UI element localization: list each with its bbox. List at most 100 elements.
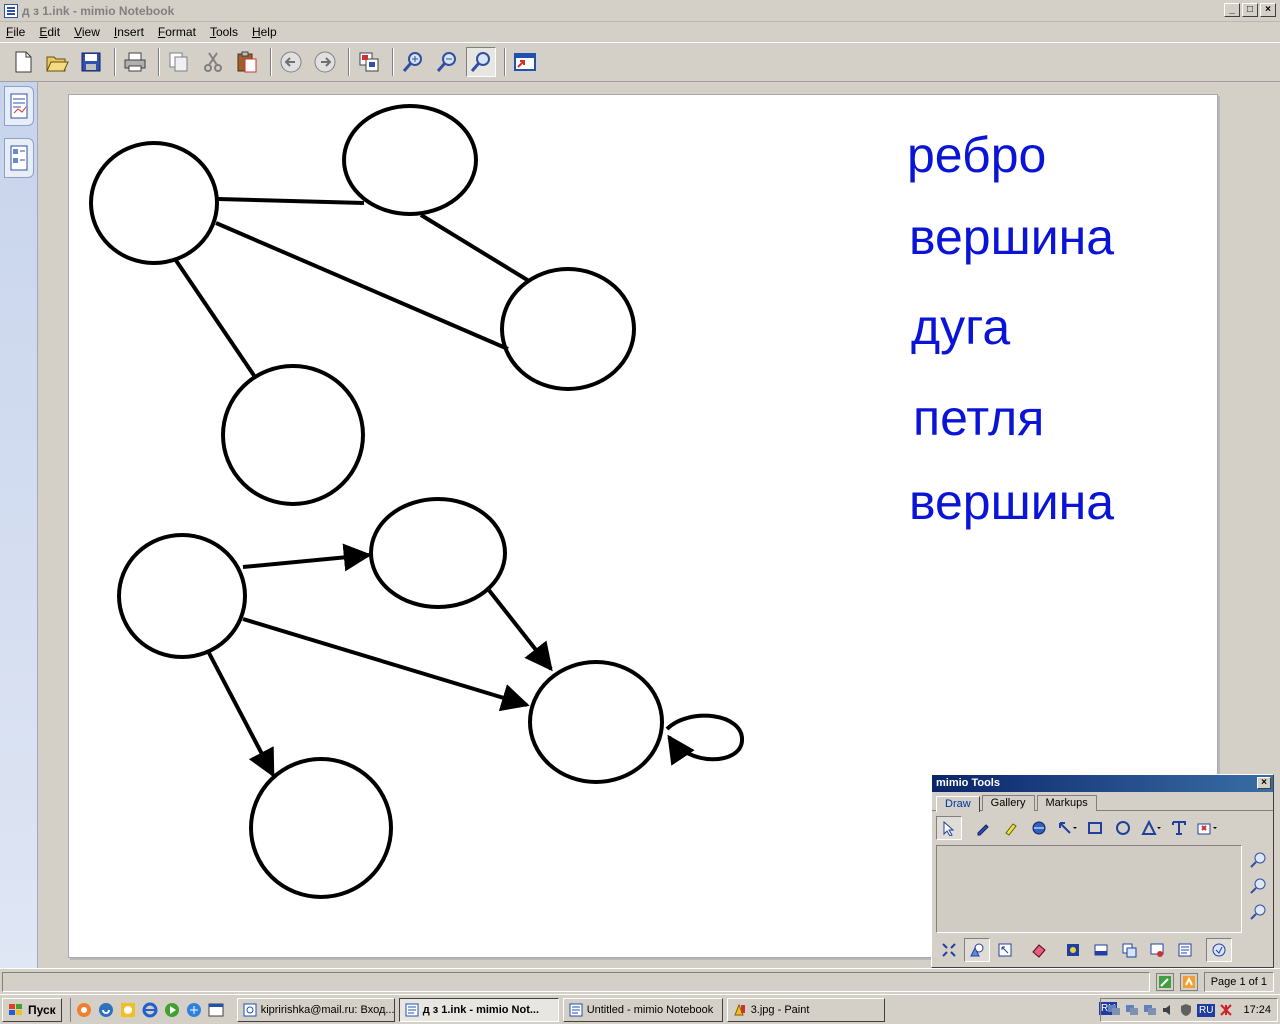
ellipse-tool[interactable]	[1110, 816, 1136, 840]
maximize-button[interactable]: □	[1242, 3, 1258, 17]
mimio-tool[interactable]	[1206, 938, 1232, 962]
zoom-in-icon	[402, 52, 422, 72]
tab-markups[interactable]: Markups	[1036, 795, 1097, 811]
line-icon	[1059, 822, 1077, 834]
ie-launch[interactable]	[141, 1001, 159, 1019]
toolbar	[0, 42, 1280, 82]
antivirus-icon[interactable]	[1219, 1003, 1233, 1017]
media-launch[interactable]	[163, 1001, 181, 1019]
print-button[interactable]	[120, 47, 150, 77]
browser-window-icon	[243, 1003, 257, 1016]
new-button[interactable]	[8, 47, 38, 77]
network-icon[interactable]	[1143, 1003, 1157, 1017]
zoom-fit-button[interactable]	[466, 47, 496, 77]
word-arc[interactable]: дуга	[911, 302, 1010, 352]
graph-vertex	[342, 104, 478, 216]
word-vertex[interactable]: вершина	[909, 212, 1114, 262]
fit-tool[interactable]	[936, 938, 962, 962]
zoom-in-button[interactable]	[398, 47, 428, 77]
page-button[interactable]	[354, 47, 384, 77]
tool-options-area[interactable]	[936, 845, 1242, 933]
status-mode[interactable]	[1179, 972, 1198, 991]
menu-bar: File Edit View Insert Format Tools Help	[0, 22, 1280, 42]
zoom-reset-icon[interactable]	[1249, 903, 1267, 921]
task-mail[interactable]: kipririshka@mail.ru: Вход...	[236, 997, 395, 1022]
tray-language[interactable]: RU	[1197, 1003, 1216, 1017]
text-tool[interactable]	[1166, 816, 1192, 840]
start-button[interactable]: Пуск	[2, 997, 62, 1022]
window-icon	[514, 53, 536, 71]
rectangle-tool[interactable]	[1082, 816, 1108, 840]
tools-close-button[interactable]: ×	[1257, 777, 1271, 789]
zoom-out-button[interactable]	[432, 47, 462, 77]
zoom-out-icon[interactable]	[1249, 877, 1267, 895]
stamp-tool[interactable]	[1194, 816, 1220, 840]
taskbar: Пуск kipririshka@mail.ru: Вход... д з 1.…	[0, 994, 1280, 1024]
open-button[interactable]	[42, 47, 72, 77]
show-desktop-launch[interactable]	[207, 1001, 225, 1019]
status-bar: Page 1 of 1	[0, 968, 1280, 994]
browser-launch[interactable]	[75, 1001, 93, 1019]
menu-format[interactable]: Format	[158, 25, 196, 39]
side-tab-outline[interactable]	[4, 138, 34, 178]
menu-file[interactable]: File	[6, 25, 25, 39]
notebook-icon	[569, 1003, 583, 1016]
select-tool[interactable]	[936, 816, 962, 840]
menu-insert[interactable]: Insert	[114, 25, 144, 39]
resize-tool[interactable]	[992, 938, 1018, 962]
clock-icon	[120, 1002, 135, 1017]
task-paint[interactable]: 3.jpg - Paint	[726, 997, 885, 1022]
word-edge[interactable]: ребро	[907, 130, 1046, 180]
minimize-button[interactable]: _	[1224, 3, 1240, 17]
word-loop[interactable]: петля	[913, 393, 1044, 443]
graph-arc	[486, 587, 553, 672]
forward-button[interactable]	[310, 47, 340, 77]
save-button[interactable]	[76, 47, 106, 77]
menu-help[interactable]: Help	[252, 25, 277, 39]
media-player-icon	[164, 1002, 179, 1017]
copy-button[interactable]	[164, 47, 194, 77]
zoom-out-icon	[436, 52, 456, 72]
window-button[interactable]	[510, 47, 540, 77]
highlighter-tool[interactable]	[998, 816, 1024, 840]
shape-tool[interactable]	[964, 938, 990, 962]
task-mimio-untitled[interactable]: Untitled - mimio Notebook	[562, 997, 723, 1022]
clock-launch[interactable]	[119, 1001, 137, 1019]
screen-tool[interactable]	[1088, 938, 1114, 962]
line-tool[interactable]	[1054, 816, 1080, 840]
status-edit[interactable]	[1155, 972, 1174, 991]
word-vertex-2[interactable]: вершина	[909, 477, 1114, 527]
triangle-tool[interactable]	[1138, 816, 1164, 840]
tools-title-bar[interactable]: mimio Tools ×	[932, 775, 1273, 792]
image-tool[interactable]	[1060, 938, 1086, 962]
back-button[interactable]	[276, 47, 306, 77]
eraser-tool[interactable]	[1026, 938, 1052, 962]
title-bar[interactable]: д з 1.ink - mimio Notebook _ □ ×	[0, 0, 1280, 22]
menu-view[interactable]: View	[74, 25, 100, 39]
volume-icon[interactable]	[1161, 1003, 1175, 1017]
zoom-in-icon[interactable]	[1249, 851, 1267, 869]
tab-draw[interactable]: Draw	[936, 796, 980, 812]
close-button[interactable]: ×	[1260, 3, 1276, 17]
notes-tool[interactable]	[1172, 938, 1198, 962]
side-tab-pages[interactable]	[4, 86, 34, 126]
copy-icon	[169, 52, 188, 72]
capture-tool[interactable]	[1116, 938, 1142, 962]
record-tool[interactable]	[1144, 938, 1170, 962]
network-icon[interactable]	[1125, 1003, 1139, 1017]
desktop-launch[interactable]	[185, 1001, 203, 1019]
mail-launch[interactable]	[97, 1001, 115, 1019]
paint-icon	[733, 1003, 745, 1015]
page-icon	[359, 52, 379, 72]
cut-button[interactable]	[198, 47, 228, 77]
menu-edit[interactable]: Edit	[39, 25, 60, 39]
side-panel	[0, 82, 38, 968]
menu-tools[interactable]: Tools	[210, 25, 238, 39]
shield-icon[interactable]	[1179, 1003, 1193, 1017]
task-mimio-active[interactable]: д з 1.ink - mimio Not...	[398, 997, 559, 1022]
network-icon[interactable]	[1107, 1003, 1121, 1017]
paste-button[interactable]	[232, 47, 262, 77]
fill-tool[interactable]	[1026, 816, 1052, 840]
tab-gallery[interactable]: Gallery	[981, 795, 1035, 811]
pen-tool[interactable]	[970, 816, 996, 840]
